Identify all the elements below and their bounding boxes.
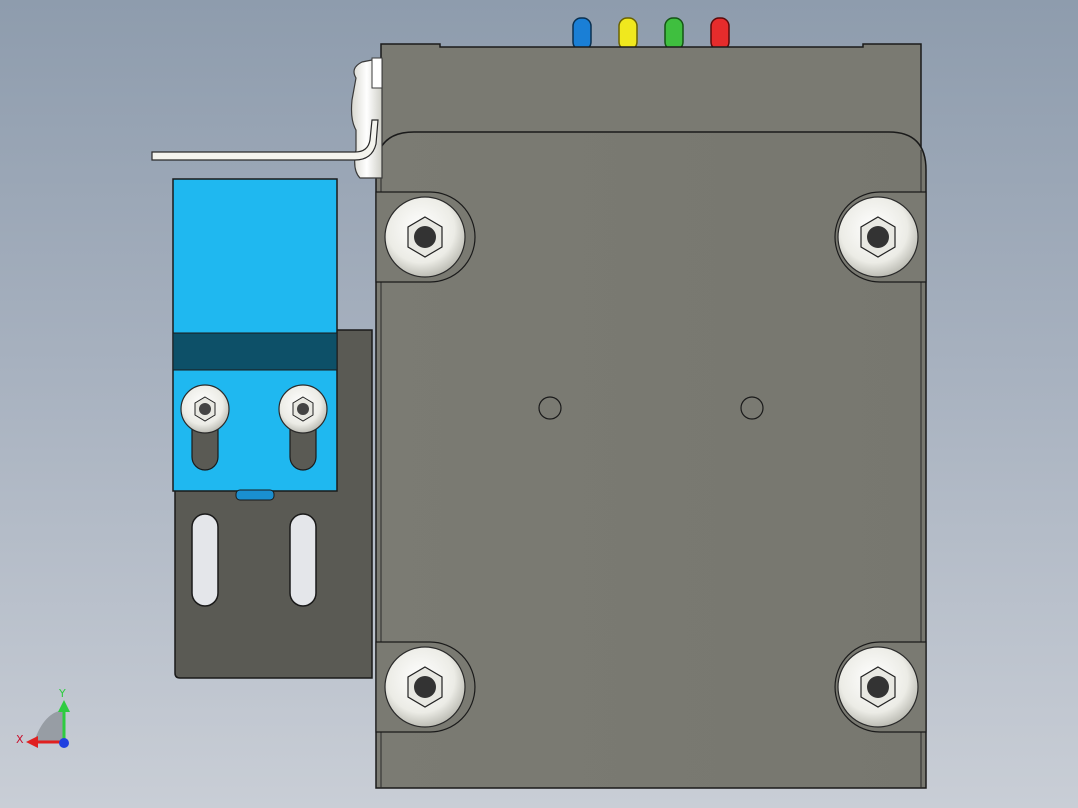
sensor-band — [172, 332, 338, 371]
blue-wire — [572, 17, 592, 51]
locating-hole-right — [740, 396, 764, 420]
red-wire — [710, 17, 730, 51]
bracket-slot-left — [191, 513, 219, 607]
x-axis-label: X — [16, 733, 24, 746]
locating-hole-left — [538, 396, 562, 420]
sensor-connector — [235, 489, 275, 501]
coordinate-triad — [26, 700, 70, 748]
cad-viewport[interactable]: Y X — [0, 0, 1078, 808]
model-canvas[interactable] — [0, 0, 1078, 808]
bracket-slot-right — [289, 513, 317, 607]
green-wire — [664, 17, 684, 51]
z-axis-icon — [59, 738, 69, 748]
y-axis-label: Y — [59, 687, 66, 700]
sensor-rod — [151, 119, 379, 161]
wire-stubs — [572, 17, 730, 51]
proximity-sensor[interactable] — [172, 178, 338, 501]
yellow-wire — [618, 17, 638, 51]
